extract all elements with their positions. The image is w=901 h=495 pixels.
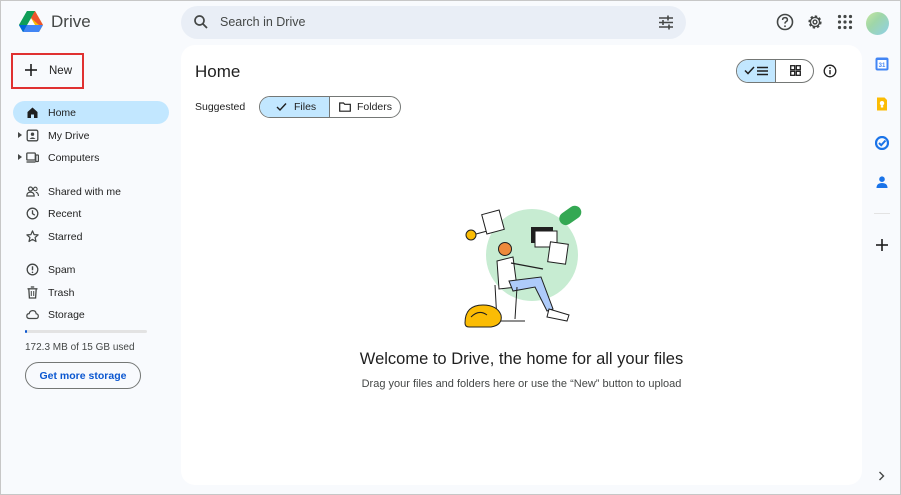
my-drive-icon bbox=[26, 129, 39, 141]
grid-view-icon bbox=[790, 65, 801, 76]
empty-state-hint: Drag your files and folders here or use … bbox=[361, 378, 682, 390]
top-bar: Drive Search in Drive bbox=[1, 1, 900, 45]
list-view-icon bbox=[757, 66, 768, 76]
trash-icon bbox=[27, 285, 38, 299]
storage-usage-text: 172.3 MB of 15 GB used bbox=[25, 342, 135, 353]
search-input[interactable]: Search in Drive bbox=[220, 15, 305, 29]
sidebar-nav: Home My Drive Computers Shared with me R… bbox=[13, 101, 169, 326]
suggested-filter-chips: Files Folders bbox=[259, 96, 401, 118]
files-chip[interactable]: Files bbox=[260, 97, 330, 117]
grid-view-button[interactable] bbox=[776, 60, 813, 82]
plus-icon bbox=[25, 64, 37, 76]
sidebar-item-home[interactable]: Home bbox=[13, 101, 169, 124]
contacts-icon[interactable] bbox=[875, 175, 889, 189]
new-button[interactable]: New bbox=[13, 55, 82, 87]
view-toggle bbox=[736, 59, 814, 83]
sidebar-item-label: My Drive bbox=[48, 129, 90, 142]
storage-usage-bar bbox=[25, 330, 147, 333]
sidebar-item-label: Spam bbox=[48, 264, 76, 276]
tune-icon[interactable] bbox=[658, 15, 674, 30]
suggested-label: Suggested bbox=[195, 101, 246, 113]
sidebar-item-label: Shared with me bbox=[48, 185, 121, 198]
checkmark-icon bbox=[276, 103, 287, 112]
app-title[interactable]: Drive bbox=[51, 12, 91, 32]
shared-icon bbox=[26, 185, 39, 197]
sidebar-item-label: Home bbox=[48, 107, 77, 119]
calendar-icon[interactable]: 31 bbox=[875, 57, 889, 71]
info-icon[interactable] bbox=[823, 64, 837, 78]
home-icon bbox=[27, 107, 38, 118]
sidebar-item-label: Trash bbox=[48, 286, 75, 299]
avatar[interactable] bbox=[866, 12, 889, 35]
folders-chip-label: Folders bbox=[357, 101, 393, 113]
empty-state-illustration bbox=[464, 205, 582, 328]
sidebar-item-label: Computers bbox=[48, 152, 100, 164]
expand-caret-icon[interactable] bbox=[18, 154, 22, 160]
new-button-label: New bbox=[49, 65, 73, 77]
spam-icon bbox=[26, 263, 39, 276]
sidebar-item-my-drive[interactable]: My Drive bbox=[13, 124, 169, 147]
sidebar-item-trash[interactable]: Trash bbox=[13, 281, 169, 304]
main-panel: Home Suggested Files Folders Welcome to … bbox=[181, 45, 862, 485]
sidebar-item-label: Storage bbox=[48, 309, 85, 321]
google-drive-logo[interactable] bbox=[18, 10, 44, 34]
gear-icon[interactable] bbox=[806, 13, 824, 31]
side-panel-divider bbox=[874, 213, 890, 214]
sidebar-item-starred[interactable]: Starred bbox=[13, 225, 169, 248]
folders-chip[interactable]: Folders bbox=[330, 97, 400, 117]
sidebar-item-label: Starred bbox=[48, 230, 83, 243]
get-more-storage-button[interactable]: Get more storage bbox=[25, 362, 141, 389]
files-chip-label: Files bbox=[294, 101, 317, 113]
search-bar[interactable]: Search in Drive bbox=[181, 6, 686, 39]
star-icon bbox=[26, 229, 39, 242]
cloud-icon bbox=[26, 309, 39, 320]
keep-icon[interactable] bbox=[875, 97, 889, 111]
list-view-button[interactable] bbox=[737, 60, 776, 82]
sidebar-item-label: Recent bbox=[48, 208, 82, 220]
computers-icon bbox=[26, 152, 39, 163]
help-icon[interactable] bbox=[776, 13, 794, 31]
expand-caret-icon[interactable] bbox=[18, 131, 22, 138]
new-button-highlight: New bbox=[11, 53, 84, 89]
add-icon[interactable] bbox=[875, 238, 889, 252]
search-icon[interactable] bbox=[193, 14, 209, 30]
empty-state-title: Welcome to Drive, the home for all your … bbox=[359, 350, 684, 368]
tasks-icon[interactable] bbox=[875, 136, 889, 150]
apps-grid-icon[interactable] bbox=[836, 13, 854, 31]
svg-text:31: 31 bbox=[879, 63, 886, 69]
sidebar-item-storage[interactable]: Storage bbox=[13, 303, 169, 326]
clock-icon bbox=[26, 207, 39, 220]
sidebar-item-computers[interactable]: Computers bbox=[13, 146, 169, 169]
checkmark-icon bbox=[744, 66, 755, 75]
sidebar-item-shared-with-me[interactable]: Shared with me bbox=[13, 180, 169, 203]
chevron-right-icon[interactable] bbox=[877, 471, 886, 481]
storage-usage-fill bbox=[25, 330, 27, 333]
page-title: Home bbox=[195, 62, 241, 81]
folder-icon bbox=[339, 102, 351, 112]
sidebar-item-recent[interactable]: Recent bbox=[13, 202, 169, 225]
sidebar-item-spam[interactable]: Spam bbox=[13, 258, 169, 281]
